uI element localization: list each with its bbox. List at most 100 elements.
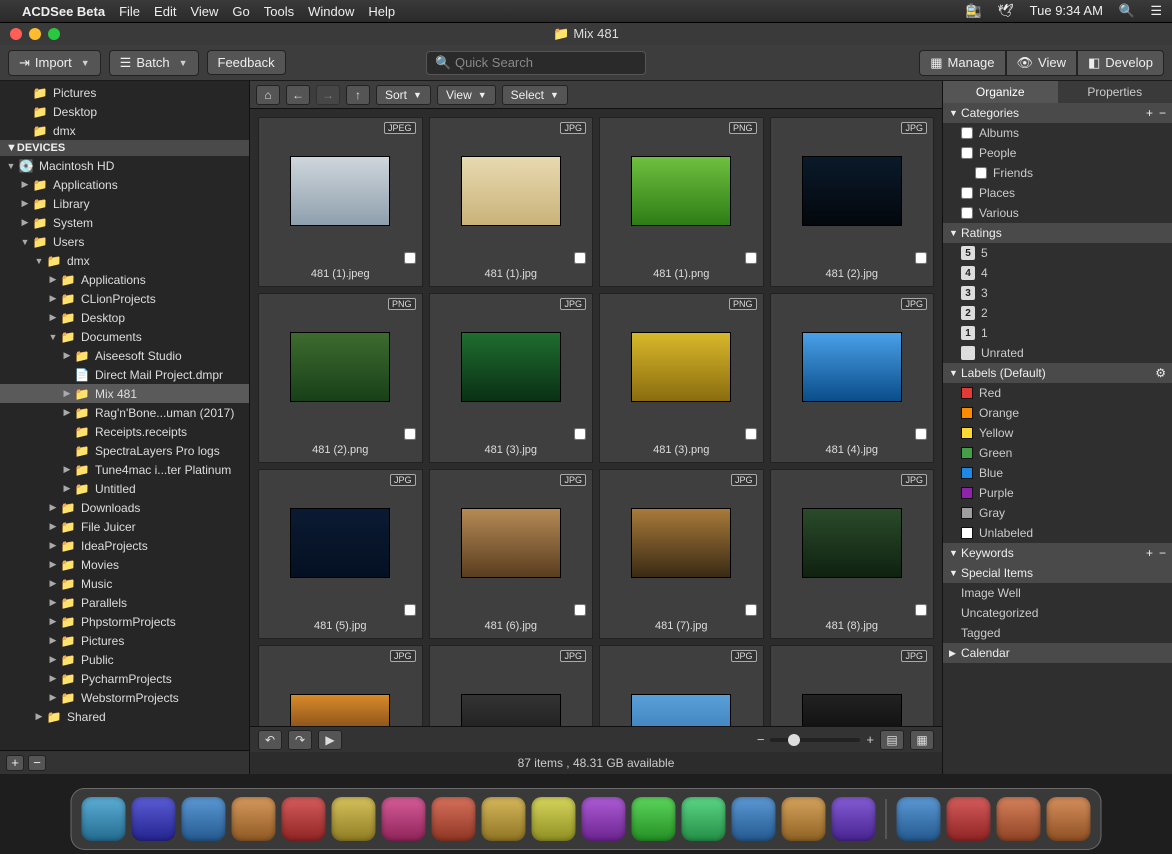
thumbnail-image[interactable] [290,508,390,578]
thumbnail-cell[interactable]: JPG481 (8).jpg [770,469,935,639]
select-checkbox[interactable] [574,252,586,264]
dock-app-icon[interactable] [897,797,941,841]
notifications-icon[interactable]: ☰ [1150,3,1162,18]
tab-organize[interactable]: Organize [943,81,1058,103]
back-button[interactable]: ← [286,85,310,105]
ratings-header[interactable]: ▼Ratings [943,223,1172,243]
thumbnail-image[interactable] [802,332,902,402]
sidebar-item[interactable]: ▶📁Movies [0,555,249,574]
sidebar-item[interactable]: ▶📁PycharmProjects [0,669,249,688]
dock-app-icon[interactable] [532,797,576,841]
sort-dropdown[interactable]: Sort▼ [376,85,431,105]
thumbnail-image[interactable] [802,508,902,578]
sidebar-item[interactable]: ▶📁Library [0,194,249,213]
labels-gear-icon[interactable]: ⚙ [1155,366,1166,380]
sidebar-item[interactable]: 📁Desktop [0,102,249,121]
label-item[interactable]: Unlabeled [943,523,1172,543]
category-item[interactable]: Various [943,203,1172,223]
mode-view[interactable]: 👁 View [1006,50,1077,76]
label-item[interactable]: Orange [943,403,1172,423]
forward-button[interactable]: → [316,85,340,105]
sidebar-item[interactable]: ▶📁Aiseesoft Studio [0,346,249,365]
import-button[interactable]: ⇥ Import▼ [8,50,101,76]
dock-app-icon[interactable] [432,797,476,841]
rotate-cw-button[interactable]: ↷ [288,730,312,750]
select-checkbox[interactable] [574,604,586,616]
spotlight-icon[interactable]: 🔍 [1119,3,1135,18]
sidebar[interactable]: 📁Pictures📁Desktop📁dmx▼DEVICES▼💽Macintosh… [0,81,250,774]
rating-item[interactable]: 11 [943,323,1172,343]
dock-app-icon[interactable] [382,797,426,841]
dock-app-icon[interactable] [132,797,176,841]
thumbnail-image[interactable] [461,332,561,402]
sidebar-item[interactable]: ▼📁dmx [0,251,249,270]
sidebar-item[interactable]: ▶📁Desktop [0,308,249,327]
sidebar-item[interactable]: ▶📁Tune4mac i...ter Platinum [0,460,249,479]
dock-app-icon[interactable] [832,797,876,841]
up-button[interactable]: ↑ [346,85,370,105]
sidebar-item[interactable]: ▶📁Parallels [0,593,249,612]
thumbnail-cell[interactable]: JPEG481 (1).jpeg [258,117,423,287]
thumbnail-cell[interactable]: JPG [429,645,594,726]
view-details-button[interactable]: ▦ [910,730,934,750]
select-checkbox[interactable] [915,428,927,440]
thumbnail-image[interactable] [290,694,390,726]
select-checkbox[interactable] [574,428,586,440]
sidebar-item[interactable]: ▶📁Downloads [0,498,249,517]
label-item[interactable]: Purple [943,483,1172,503]
sidebar-item[interactable]: 📁Pictures [0,83,249,102]
labels-header[interactable]: ▼Labels (Default)⚙ [943,363,1172,383]
categories-header[interactable]: ▼Categories+− [943,103,1172,123]
menu-view[interactable]: View [190,4,218,19]
menu-tools[interactable]: Tools [264,4,294,19]
sidebar-item[interactable]: 📁Receipts.receipts [0,422,249,441]
thumbnail-cell[interactable]: PNG481 (2).png [258,293,423,463]
category-checkbox[interactable] [961,147,973,159]
keywords-header[interactable]: ▼Keywords+− [943,543,1172,563]
thumbnail-cell[interactable]: PNG481 (3).png [599,293,764,463]
dock-app-icon[interactable] [582,797,626,841]
thumbnail-size-slider[interactable] [770,738,860,742]
rating-item[interactable]: Unrated [943,343,1172,363]
dock-app-icon[interactable] [282,797,326,841]
menu-help[interactable]: Help [368,4,395,19]
thumbnail-image[interactable] [802,156,902,226]
label-item[interactable]: Green [943,443,1172,463]
dock-app-icon[interactable] [482,797,526,841]
sidebar-item[interactable]: ▶📁Shared [0,707,249,726]
thumbnail-grid[interactable]: JPEG481 (1).jpegJPG481 (1).jpgPNG481 (1)… [250,109,942,726]
thumbnail-image[interactable] [802,694,902,726]
dock-app-icon[interactable] [732,797,776,841]
category-item[interactable]: Albums [943,123,1172,143]
select-checkbox[interactable] [915,252,927,264]
dock-app-icon[interactable] [232,797,276,841]
thumbnail-image[interactable] [631,332,731,402]
search-input[interactable]: 🔍 Quick Search [426,51,646,75]
category-checkbox[interactable] [975,167,987,179]
select-checkbox[interactable] [404,604,416,616]
remove-favorite-button[interactable]: − [28,755,46,771]
sidebar-item[interactable]: ▶📁Music [0,574,249,593]
select-checkbox[interactable] [404,428,416,440]
thumbnail-image[interactable] [461,694,561,726]
thumbnail-cell[interactable]: JPG [258,645,423,726]
mode-manage[interactable]: ▦ Manage [919,50,1005,76]
dock-app-icon[interactable] [1047,797,1091,841]
view-dropdown[interactable]: View▼ [437,85,496,105]
menu-window[interactable]: Window [308,4,354,19]
sidebar-item[interactable]: ▶📁File Juicer [0,517,249,536]
dock-app-icon[interactable] [782,797,826,841]
menu-edit[interactable]: Edit [154,4,176,19]
tray-icon[interactable]: 🚉 [966,3,982,18]
sidebar-item[interactable]: ▶📁CLionProjects [0,289,249,308]
thumbnail-image[interactable] [461,508,561,578]
sidebar-item[interactable]: ▶📁WebstormProjects [0,688,249,707]
tray-icon[interactable]: 🕊 [998,3,1015,18]
rotate-ccw-button[interactable]: ↶ [258,730,282,750]
sidebar-item[interactable]: ▶📁Public [0,650,249,669]
thumbnail-cell[interactable]: PNG481 (1).png [599,117,764,287]
app-name[interactable]: ACDSee Beta [22,4,105,19]
thumbnail-image[interactable] [290,156,390,226]
home-button[interactable]: ⌂ [256,85,280,105]
feedback-button[interactable]: Feedback [207,50,286,75]
